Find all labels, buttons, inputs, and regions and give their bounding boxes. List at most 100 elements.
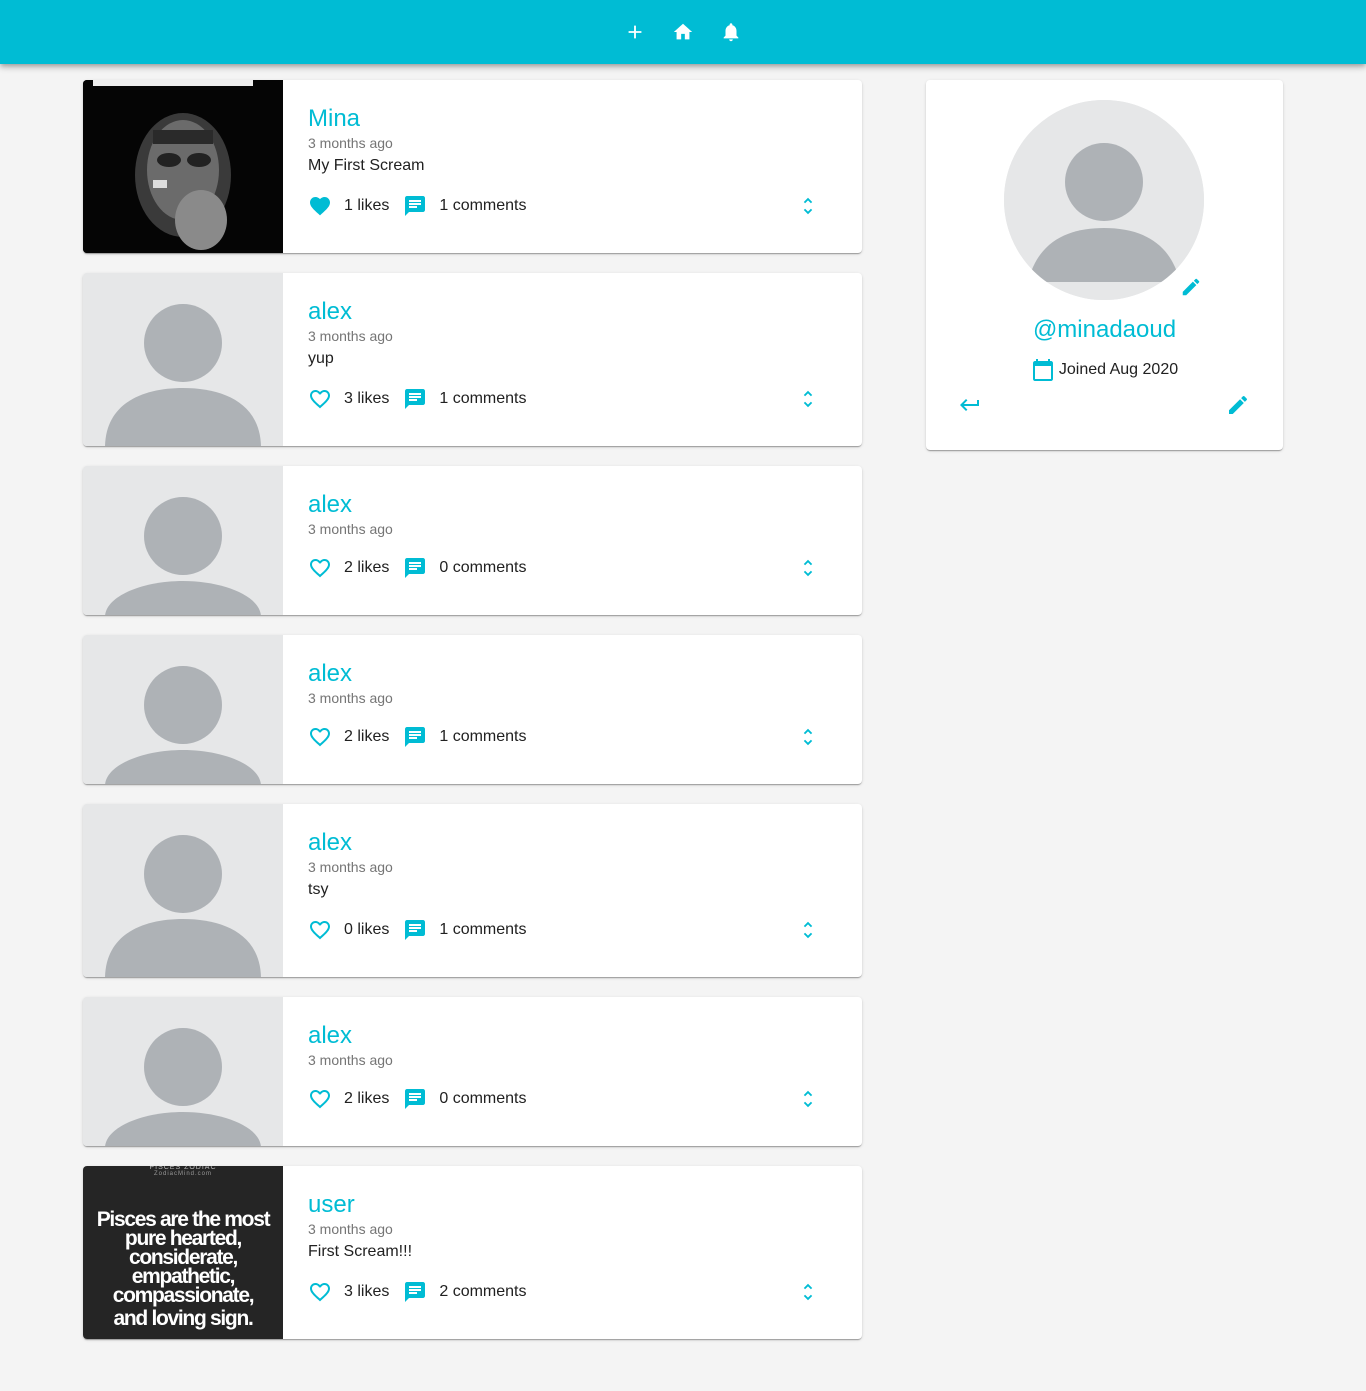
image-text-line: considerate, empathetic, [128,1246,238,1288]
default-avatar-icon [1004,100,1204,300]
edit-icon [1229,395,1248,414]
scream-content: alex 3 months ago 2 likes 1 comments [283,635,862,784]
profile-image [83,635,283,784]
scream-username-link[interactable]: alex [308,1022,862,1050]
scream-username-link[interactable]: alex [308,660,862,688]
comments-button[interactable] [391,1268,439,1316]
profile-image [83,273,283,446]
comment-count: 0 comments [439,559,527,576]
expand-scream-button[interactable] [796,379,820,419]
comments-button[interactable] [391,1075,439,1123]
joined-label: Joined Aug 2020 [1058,361,1179,378]
scream-actions: 3 likes 1 comments [308,384,529,414]
add-scream-button[interactable] [623,20,647,44]
scream-body: yup [308,349,334,367]
expand-scream-button[interactable] [796,717,820,757]
image-text-line: and loving sign. [113,1307,253,1330]
default-avatar-icon [83,997,283,1146]
unfold-more-icon [803,1283,813,1301]
scream-actions: 2 likes 1 comments [308,722,529,752]
comment-count: 2 comments [439,1283,527,1300]
expand-scream-button[interactable] [796,910,820,950]
comments-button[interactable] [391,544,439,592]
like-button[interactable] [296,375,344,423]
comment-count: 1 comments [439,390,527,407]
default-avatar-icon [83,635,283,784]
comments-button[interactable] [391,375,439,423]
profile-handle-link[interactable]: @minadaoud [926,316,1283,344]
scream-card: alex 3 months ago tsy 0 likes 1 comments [83,804,862,977]
scream-username-link[interactable]: Mina [308,105,862,133]
comments-button[interactable] [391,713,439,761]
joined-date: Joined Aug 2020 [926,358,1283,382]
default-avatar-icon [83,804,283,977]
chat-icon [405,1282,426,1302]
profile-image [83,466,283,615]
like-count: 0 likes [344,921,390,938]
profile-image [83,997,283,1146]
scream-username-link[interactable]: alex [308,298,862,326]
notifications-button[interactable] [719,20,743,44]
expand-scream-button[interactable] [796,1272,820,1312]
expand-scream-button[interactable] [796,186,820,226]
scream-time: 3 months ago [308,135,393,152]
profile-image [83,80,283,253]
default-avatar-icon [83,273,283,446]
like-button[interactable] [296,544,344,592]
scream-username-link[interactable]: alex [308,491,862,519]
scream-time: 3 months ago [308,859,393,876]
scream-content: alex 3 months ago yup 3 likes 1 comments [283,273,862,446]
edit-icon [1182,278,1200,296]
expand-scream-button[interactable] [796,548,820,588]
scream-time: 3 months ago [308,690,393,707]
scream-actions: 1 likes 1 comments [308,191,529,221]
scream-content: alex 3 months ago 2 likes 0 comments [283,997,862,1146]
favorite-border-icon [310,1283,330,1302]
unfold-more-icon [803,1090,813,1108]
comments-button[interactable] [391,182,439,230]
scream-card: alex 3 months ago 2 likes 0 comments [83,997,862,1146]
comment-count: 1 comments [439,921,527,938]
logout-button[interactable] [958,393,982,417]
scream-card: alex 3 months ago yup 3 likes 1 comments [83,273,862,446]
scream-content: alex 3 months ago tsy 0 likes 1 comments [283,804,862,977]
home-icon [673,23,693,40]
notifications-icon [723,23,739,42]
favorite-border-icon [310,559,330,578]
home-button[interactable] [671,20,695,44]
scream-username-link[interactable]: user [308,1191,862,1219]
comment-count: 0 comments [439,1090,527,1107]
comment-count: 1 comments [439,728,527,745]
unfold-more-icon [803,728,813,746]
scream-card: Mina 3 months ago My First Scream 1 likes 1 … [83,80,862,253]
image-text-line: compassionate, [112,1284,255,1307]
profile-avatar [1004,100,1204,300]
edit-profile-button[interactable] [1226,393,1250,417]
like-button[interactable] [296,906,344,954]
profile-card: @minadaoud Joined Aug 2020 [926,80,1283,450]
like-button[interactable] [296,1075,344,1123]
comments-button[interactable] [391,906,439,954]
scream-card: PISCES ZODIAC ZodiacMind.com Pisces are th… [83,1166,862,1339]
like-count: 3 likes [344,1283,390,1300]
like-button[interactable] [296,1268,344,1316]
chat-icon [405,558,426,578]
like-count: 2 likes [344,1090,390,1107]
edit-avatar-button[interactable] [1180,276,1204,300]
scream-time: 3 months ago [308,328,393,345]
scream-body: tsy [308,880,329,898]
scream-time: 3 months ago [308,1221,393,1238]
like-button[interactable] [296,182,344,230]
unfold-more-icon [803,921,813,939]
unfold-more-icon [803,197,813,215]
expand-scream-button[interactable] [796,1079,820,1119]
favorite-border-icon [310,1090,330,1109]
profile-photo [83,80,283,253]
scream-actions: 2 likes 0 comments [308,553,529,583]
scream-card: alex 3 months ago 2 likes 0 comments [83,466,862,615]
unfold-more-icon [803,559,813,577]
app-bar [0,0,1366,64]
favorite-border-icon [310,728,330,747]
scream-username-link[interactable]: alex [308,829,862,857]
like-button[interactable] [296,713,344,761]
